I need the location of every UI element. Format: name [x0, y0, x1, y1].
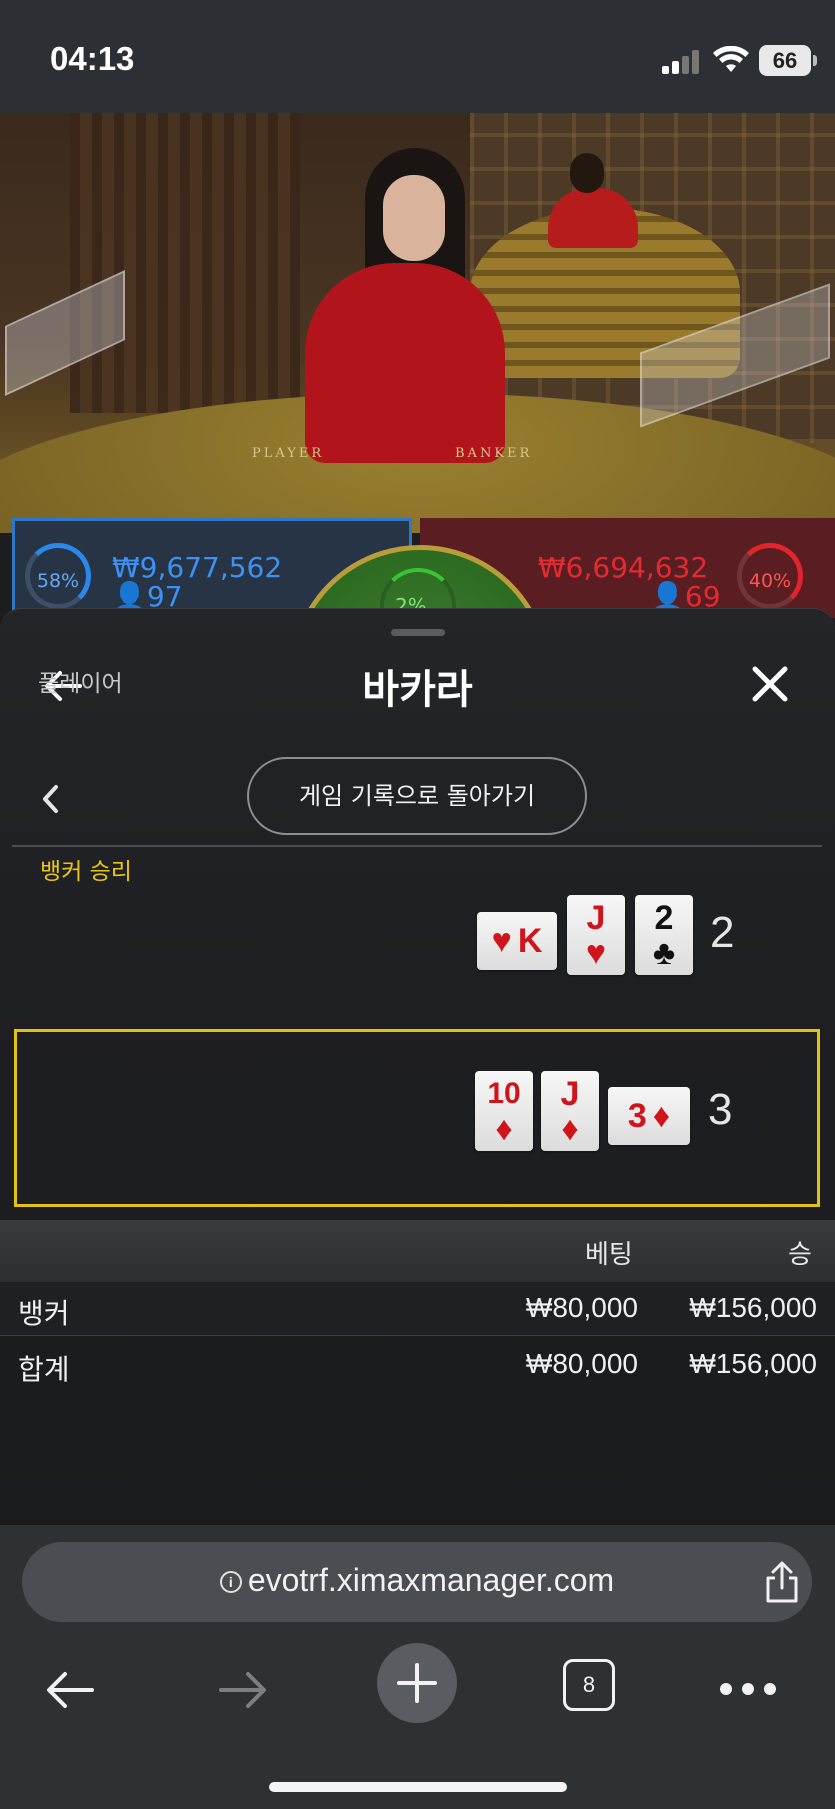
- browser-back-icon[interactable]: [40, 1660, 100, 1720]
- banker-card-2: J ♦: [541, 1071, 599, 1151]
- status-time: 04:13: [50, 40, 135, 77]
- banker-hand-label: 뱅커 승리: [40, 859, 132, 885]
- win-amount: ₩156,000: [689, 1292, 817, 1323]
- sheet-grabber[interactable]: [391, 629, 445, 636]
- card-rank: K: [517, 922, 543, 960]
- player-percent: 58%: [25, 543, 91, 609]
- info-icon[interactable]: i: [219, 1571, 242, 1593]
- card-rank: 10: [487, 1077, 521, 1110]
- banker-card-3: 3 ♦: [608, 1087, 690, 1145]
- divider: [12, 845, 822, 847]
- live-dealer-video: PLAYER BANKER: [0, 113, 835, 533]
- player-hand-label: 플레이어: [38, 671, 123, 697]
- table-label-banker: BANKER: [455, 446, 533, 461]
- player-score: 2: [710, 908, 735, 957]
- more-menu-icon[interactable]: [720, 1683, 776, 1697]
- banker-score: 3: [708, 1085, 733, 1134]
- card-rank: J: [586, 899, 606, 937]
- banker-percent: 40%: [737, 543, 803, 609]
- dealer-face: [383, 175, 445, 261]
- card-suit: ♣: [652, 934, 676, 972]
- dealer: [305, 263, 505, 463]
- chevron-left-icon[interactable]: [36, 779, 66, 819]
- sheet-title: 바카라: [362, 667, 473, 713]
- card-suit: ♦: [652, 1097, 671, 1135]
- card-suit: ♥: [491, 922, 512, 960]
- card-suit: ♦: [561, 1110, 579, 1148]
- card-rank: 2: [654, 899, 674, 937]
- bets-table-header: [0, 1220, 835, 1282]
- video-curtain: [70, 113, 300, 413]
- browser-toolbar: i evotrf.ximaxmanager.com 8: [0, 1525, 835, 1809]
- column-header-win: 승: [788, 1240, 812, 1270]
- close-icon[interactable]: [745, 659, 795, 709]
- player-card-1: ♥ K: [477, 912, 557, 970]
- plus-icon: [397, 1663, 437, 1703]
- card-suit: ♥: [585, 934, 607, 972]
- table-row: 뱅커 ₩80,000 ₩156,000: [0, 1282, 835, 1336]
- cellular-signal-icon: [662, 50, 702, 74]
- table-row-total: 합계 ₩80,000 ₩156,000: [0, 1338, 835, 1392]
- banker-card-1: 10 ♦: [475, 1071, 533, 1151]
- address-bar[interactable]: i evotrf.ximaxmanager.com: [22, 1542, 812, 1622]
- total-name: 합계: [18, 1353, 70, 1386]
- wifi-icon: [713, 46, 749, 72]
- status-bar: 04:13 66: [0, 0, 835, 113]
- url-text: evotrf.ximaxmanager.com: [247, 1562, 615, 1598]
- browser-forward-icon[interactable]: [213, 1660, 273, 1720]
- battery-indicator: 66: [759, 45, 817, 76]
- back-to-history-button[interactable]: 게임 기록으로 돌아가기: [247, 757, 587, 835]
- card-suit: ♦: [495, 1110, 513, 1148]
- card-rank: 3: [627, 1097, 647, 1135]
- total-bet-amount: ₩80,000: [525, 1348, 638, 1379]
- player-card-2: J ♥: [567, 895, 625, 975]
- home-indicator[interactable]: [269, 1782, 567, 1792]
- share-icon[interactable]: [762, 1560, 802, 1604]
- bet-name: 뱅커: [18, 1297, 70, 1330]
- bet-amount: ₩80,000: [525, 1292, 638, 1323]
- background-dealer-head: [570, 153, 604, 193]
- banker-hand-row: [14, 1029, 820, 1207]
- tabs-button[interactable]: 8: [563, 1659, 615, 1711]
- column-header-bet: 베팅: [585, 1240, 633, 1270]
- card-rank: J: [560, 1075, 580, 1113]
- total-win-amount: ₩156,000: [689, 1348, 817, 1379]
- url-display[interactable]: i evotrf.ximaxmanager.com: [22, 1562, 812, 1599]
- table-label-player: PLAYER: [252, 446, 325, 461]
- new-tab-button[interactable]: [377, 1643, 457, 1723]
- player-card-3: 2 ♣: [635, 895, 693, 975]
